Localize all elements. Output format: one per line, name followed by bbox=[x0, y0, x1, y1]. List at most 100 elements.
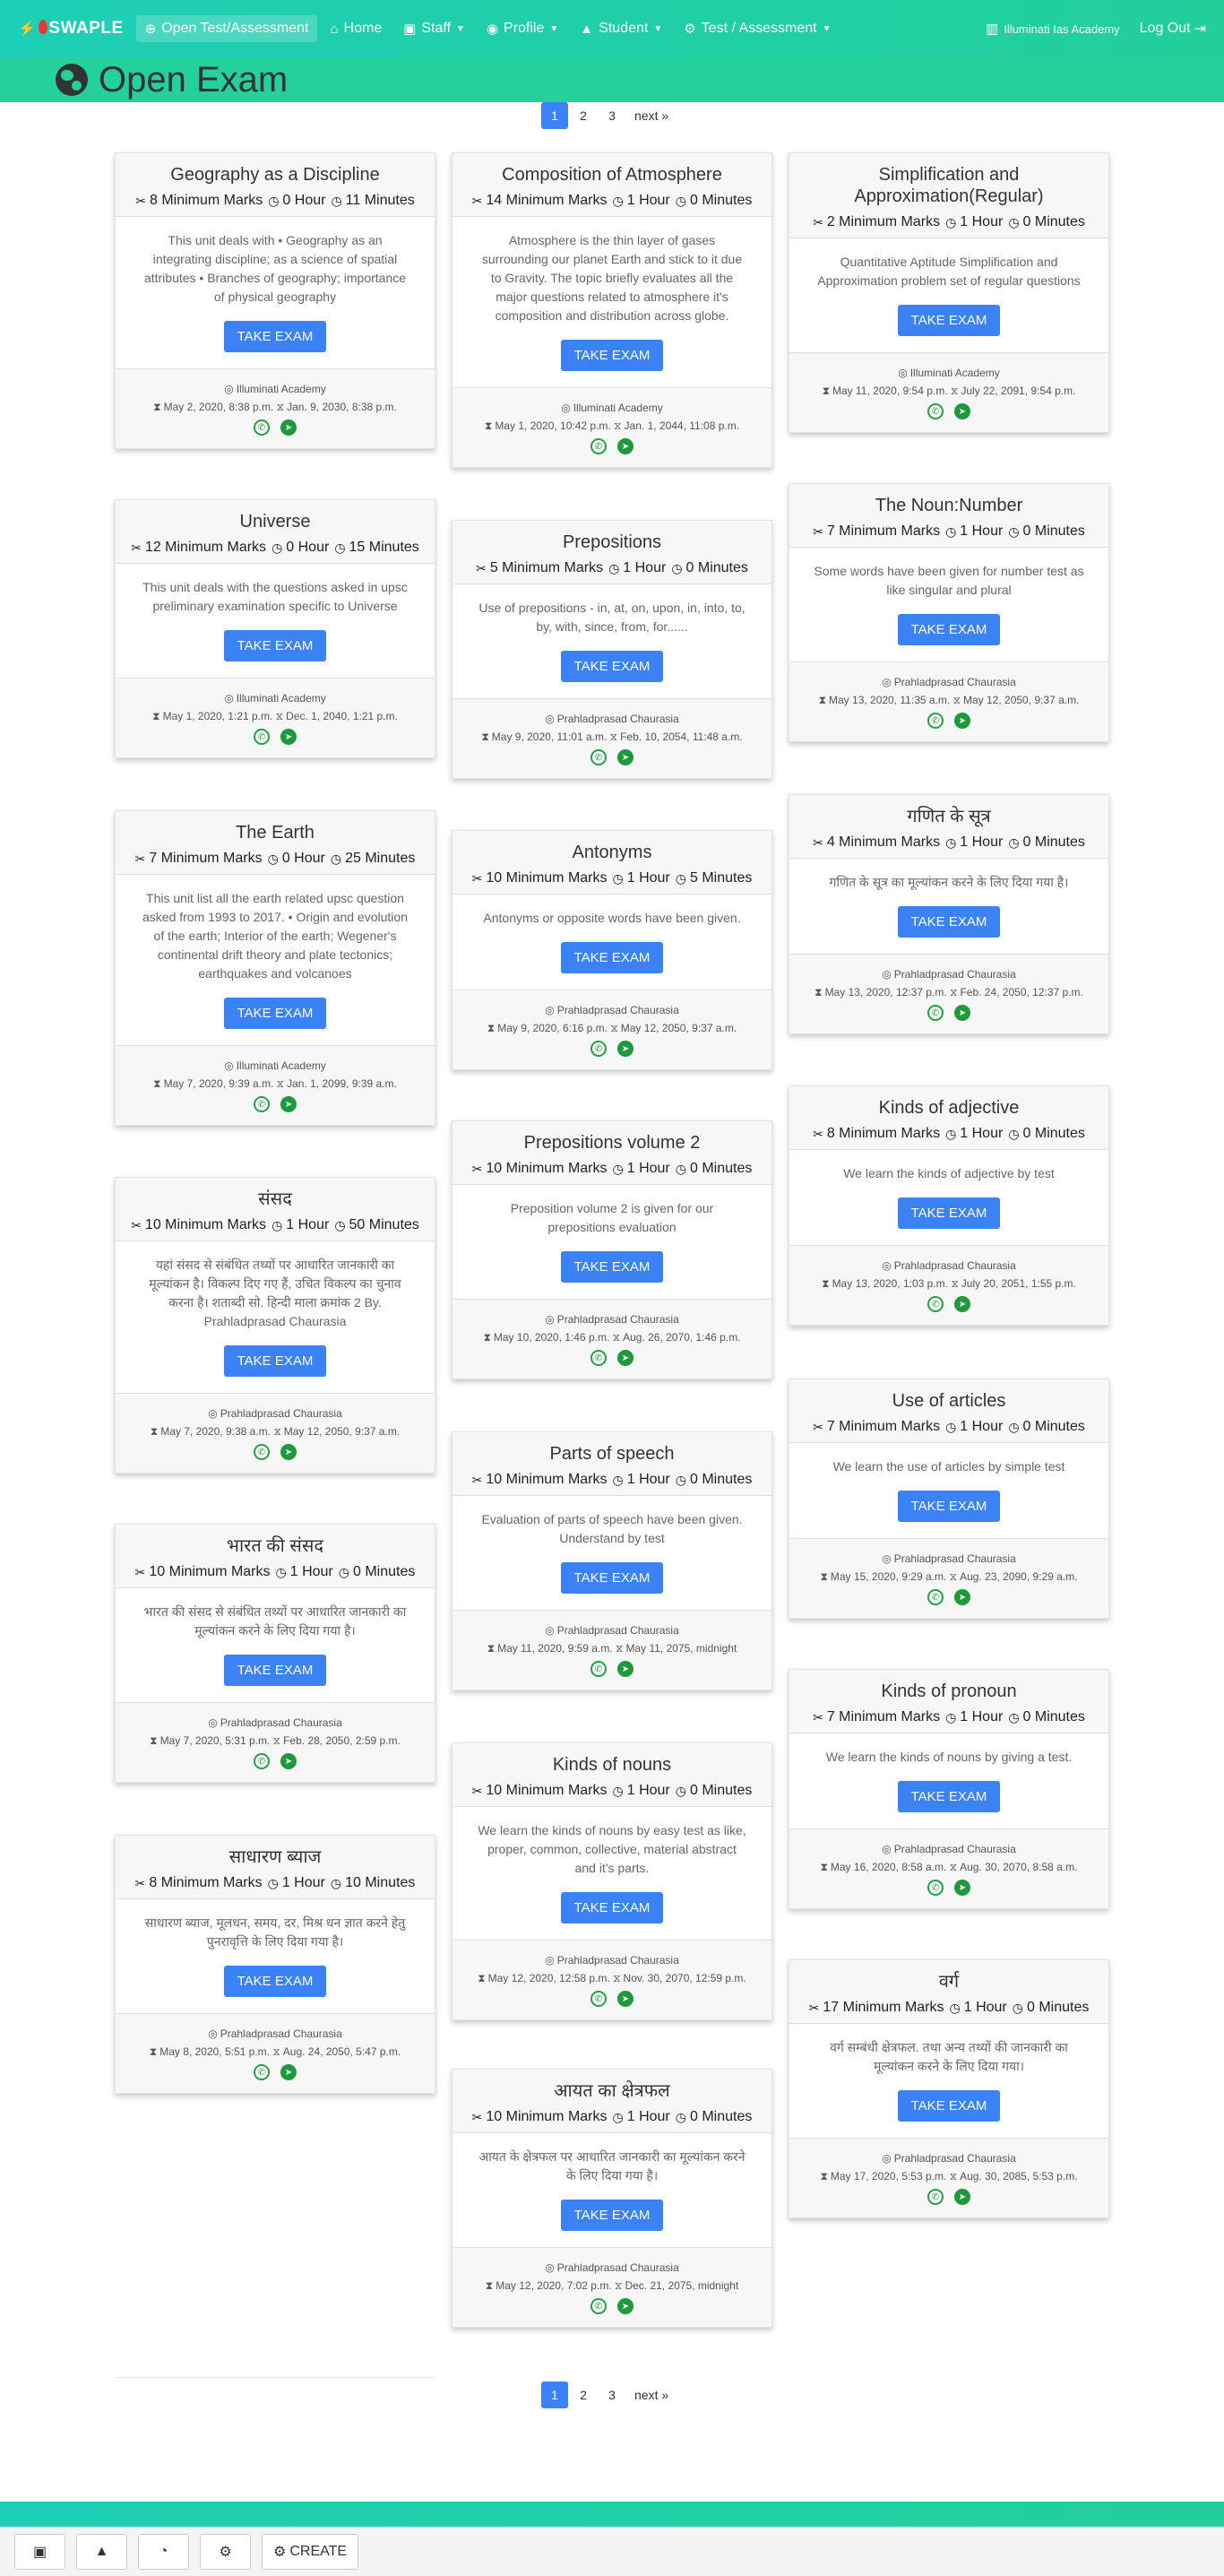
whatsapp-icon[interactable]: ✆ bbox=[927, 713, 944, 729]
pagination-bottom-page-2[interactable]: 2 bbox=[570, 2382, 597, 2408]
take-exam-button[interactable]: TAKE EXAM bbox=[897, 1491, 1001, 1522]
nav-item-test[interactable]: ⚙ Test / Assessment ▼ bbox=[675, 15, 840, 42]
whatsapp-icon[interactable]: ✆ bbox=[590, 1350, 607, 1366]
min-marks-text: 10 Minimum Marks bbox=[486, 1783, 608, 1798]
take-exam-button[interactable]: TAKE EXAM bbox=[897, 906, 1001, 938]
telegram-icon[interactable]: ➤ bbox=[280, 419, 297, 436]
take-exam-button[interactable]: TAKE EXAM bbox=[223, 1966, 327, 1997]
telegram-icon[interactable]: ➤ bbox=[954, 403, 970, 419]
whatsapp-icon[interactable]: ✆ bbox=[590, 1991, 607, 2007]
duration-hours: ◷ 1 Hour bbox=[276, 1564, 333, 1580]
take-exam-button[interactable]: TAKE EXAM bbox=[223, 998, 327, 1029]
profile-icon: ◉ bbox=[486, 22, 499, 37]
pagination-bottom-page-3[interactable]: 3 bbox=[599, 2382, 625, 2408]
pagination-top-page-1[interactable]: 1 bbox=[541, 102, 568, 129]
exam-validity: ⧗ May 12, 2020, 7:02 p.m. ⧖ Dec. 21, 2075,… bbox=[461, 2277, 763, 2295]
telegram-icon[interactable]: ➤ bbox=[280, 1096, 297, 1112]
whatsapp-icon[interactable]: ✆ bbox=[927, 1880, 944, 1896]
academy-link[interactable]: ▥ Illuminati Ias Academy bbox=[986, 21, 1120, 37]
take-exam-button[interactable]: TAKE EXAM bbox=[223, 630, 327, 661]
pagination-bottom-page-1[interactable]: 1 bbox=[541, 2382, 568, 2408]
telegram-icon[interactable]: ➤ bbox=[280, 2064, 297, 2080]
telegram-icon[interactable]: ➤ bbox=[617, 749, 634, 765]
dashboard-icon-button[interactable]: ◔ bbox=[138, 2533, 189, 2570]
whatsapp-icon[interactable]: ✆ bbox=[927, 1296, 944, 1312]
duration-hours: ◷ 1 Hour bbox=[945, 834, 1003, 851]
take-exam-button[interactable]: TAKE EXAM bbox=[897, 305, 1001, 336]
nav-item-staff[interactable]: ▣ Staff ▼ bbox=[394, 15, 474, 42]
exam-title: The Noun:Number bbox=[875, 496, 1023, 515]
telegram-icon[interactable]: ➤ bbox=[617, 1991, 634, 2007]
pagination-top-page-3[interactable]: 3 bbox=[599, 102, 625, 129]
telegram-icon[interactable]: ➤ bbox=[954, 2189, 970, 2205]
whatsapp-icon[interactable]: ✆ bbox=[927, 2189, 944, 2205]
open-test-icon-button[interactable]: ▣ bbox=[14, 2533, 65, 2570]
minutes-text: 0 Minutes bbox=[689, 1161, 753, 1176]
telegram-icon[interactable]: ➤ bbox=[280, 1753, 297, 1769]
nav-item-profile[interactable]: ◉ Profile ▼ bbox=[478, 15, 567, 42]
telegram-icon[interactable]: ➤ bbox=[617, 438, 634, 454]
whatsapp-icon[interactable]: ✆ bbox=[590, 1041, 607, 1057]
take-exam-button[interactable]: TAKE EXAM bbox=[560, 1251, 664, 1283]
take-exam-button[interactable]: TAKE EXAM bbox=[223, 321, 327, 352]
take-exam-button[interactable]: TAKE EXAM bbox=[560, 942, 664, 973]
start-date: May 1, 2020, 1:21 p.m. bbox=[162, 710, 273, 722]
whatsapp-icon[interactable]: ✆ bbox=[254, 1753, 270, 1769]
take-exam-button[interactable]: TAKE EXAM bbox=[560, 1892, 664, 1923]
take-exam-button[interactable]: TAKE EXAM bbox=[897, 1781, 1001, 1812]
whatsapp-icon[interactable]: ✆ bbox=[927, 403, 944, 419]
nav-item-globe[interactable]: ⊕ Open Test/Assessment bbox=[135, 15, 318, 42]
telegram-icon[interactable]: ➤ bbox=[954, 1589, 970, 1605]
telegram-icon[interactable]: ➤ bbox=[617, 1041, 634, 1057]
assessment-icon-button[interactable]: ⚙ bbox=[200, 2533, 251, 2570]
student-icon-button[interactable]: ▲ bbox=[76, 2533, 127, 2570]
take-exam-button[interactable]: TAKE EXAM bbox=[897, 2090, 1001, 2122]
min-marks-text: 12 Minimum Marks bbox=[144, 540, 267, 555]
nav-item-home[interactable]: ⌂ Home bbox=[321, 15, 391, 42]
whatsapp-icon[interactable]: ✆ bbox=[590, 749, 607, 765]
whatsapp-icon[interactable]: ✆ bbox=[254, 2064, 270, 2080]
telegram-icon[interactable]: ➤ bbox=[617, 1661, 634, 1677]
telegram-icon[interactable]: ➤ bbox=[617, 1350, 634, 1366]
telegram-icon[interactable]: ➤ bbox=[954, 1005, 970, 1021]
card-footer: ◎ Illuminati Academy ⧗ May 7, 2020, 9:39 a.… bbox=[116, 1046, 435, 1125]
whatsapp-icon[interactable]: ✆ bbox=[927, 1005, 944, 1021]
logout-link[interactable]: Log Out ⇥ bbox=[1140, 20, 1206, 38]
whatsapp-icon[interactable]: ✆ bbox=[254, 1096, 270, 1112]
telegram-icon[interactable]: ➤ bbox=[280, 1444, 297, 1460]
min-marks-text: 7 Minimum Marks bbox=[149, 851, 263, 866]
whatsapp-icon[interactable]: ✆ bbox=[254, 1444, 270, 1460]
telegram-icon[interactable]: ➤ bbox=[954, 1296, 970, 1312]
duration-minutes: ◷ 0 Minutes bbox=[676, 1783, 753, 1799]
hours-text: 1 Hour bbox=[960, 834, 1004, 850]
telegram-icon[interactable]: ➤ bbox=[617, 2298, 634, 2314]
take-exam-button[interactable]: TAKE EXAM bbox=[223, 1345, 327, 1377]
take-exam-button[interactable]: TAKE EXAM bbox=[560, 1562, 664, 1594]
whatsapp-icon[interactable]: ✆ bbox=[254, 729, 270, 745]
nav-right: ▥ Illuminati Ias Academy Log Out ⇥ bbox=[986, 20, 1206, 38]
whatsapp-icon[interactable]: ✆ bbox=[590, 2298, 607, 2314]
whatsapp-icon[interactable]: ✆ bbox=[927, 1589, 944, 1605]
card-body: Use of prepositions - in, at, on, upon, … bbox=[453, 584, 771, 699]
pagination-top-page-2[interactable]: 2 bbox=[570, 102, 597, 129]
pagination-bottom-next-link[interactable]: next » bbox=[627, 2382, 676, 2408]
telegram-icon[interactable]: ➤ bbox=[954, 1880, 970, 1896]
telegram-icon[interactable]: ➤ bbox=[954, 713, 970, 729]
whatsapp-icon[interactable]: ✆ bbox=[590, 438, 607, 454]
whatsapp-icon[interactable]: ✆ bbox=[254, 419, 270, 436]
take-exam-button[interactable]: TAKE EXAM bbox=[897, 614, 1001, 645]
telegram-icon[interactable]: ➤ bbox=[280, 729, 297, 745]
pagination-top-next-link[interactable]: next » bbox=[627, 102, 676, 129]
take-exam-button[interactable]: TAKE EXAM bbox=[560, 2200, 664, 2231]
whatsapp-icon[interactable]: ✆ bbox=[590, 1661, 607, 1677]
brand-logo[interactable]: ⚡ SWAPLE bbox=[18, 19, 124, 39]
take-exam-button[interactable]: TAKE EXAM bbox=[897, 1197, 1001, 1229]
author-name: Illuminati Academy bbox=[573, 402, 663, 414]
hourglass-icon: ⧗ bbox=[815, 986, 823, 998]
end-date: Aug. 30, 2070, 8:58 a.m. bbox=[960, 1861, 1078, 1873]
take-exam-button[interactable]: TAKE EXAM bbox=[223, 1655, 327, 1686]
nav-item-student[interactable]: ▲ Student ▼ bbox=[571, 15, 671, 42]
take-exam-button[interactable]: TAKE EXAM bbox=[560, 340, 664, 371]
take-exam-button[interactable]: TAKE EXAM bbox=[560, 651, 664, 682]
create-button[interactable]: ⚙ CREATE bbox=[262, 2533, 359, 2570]
